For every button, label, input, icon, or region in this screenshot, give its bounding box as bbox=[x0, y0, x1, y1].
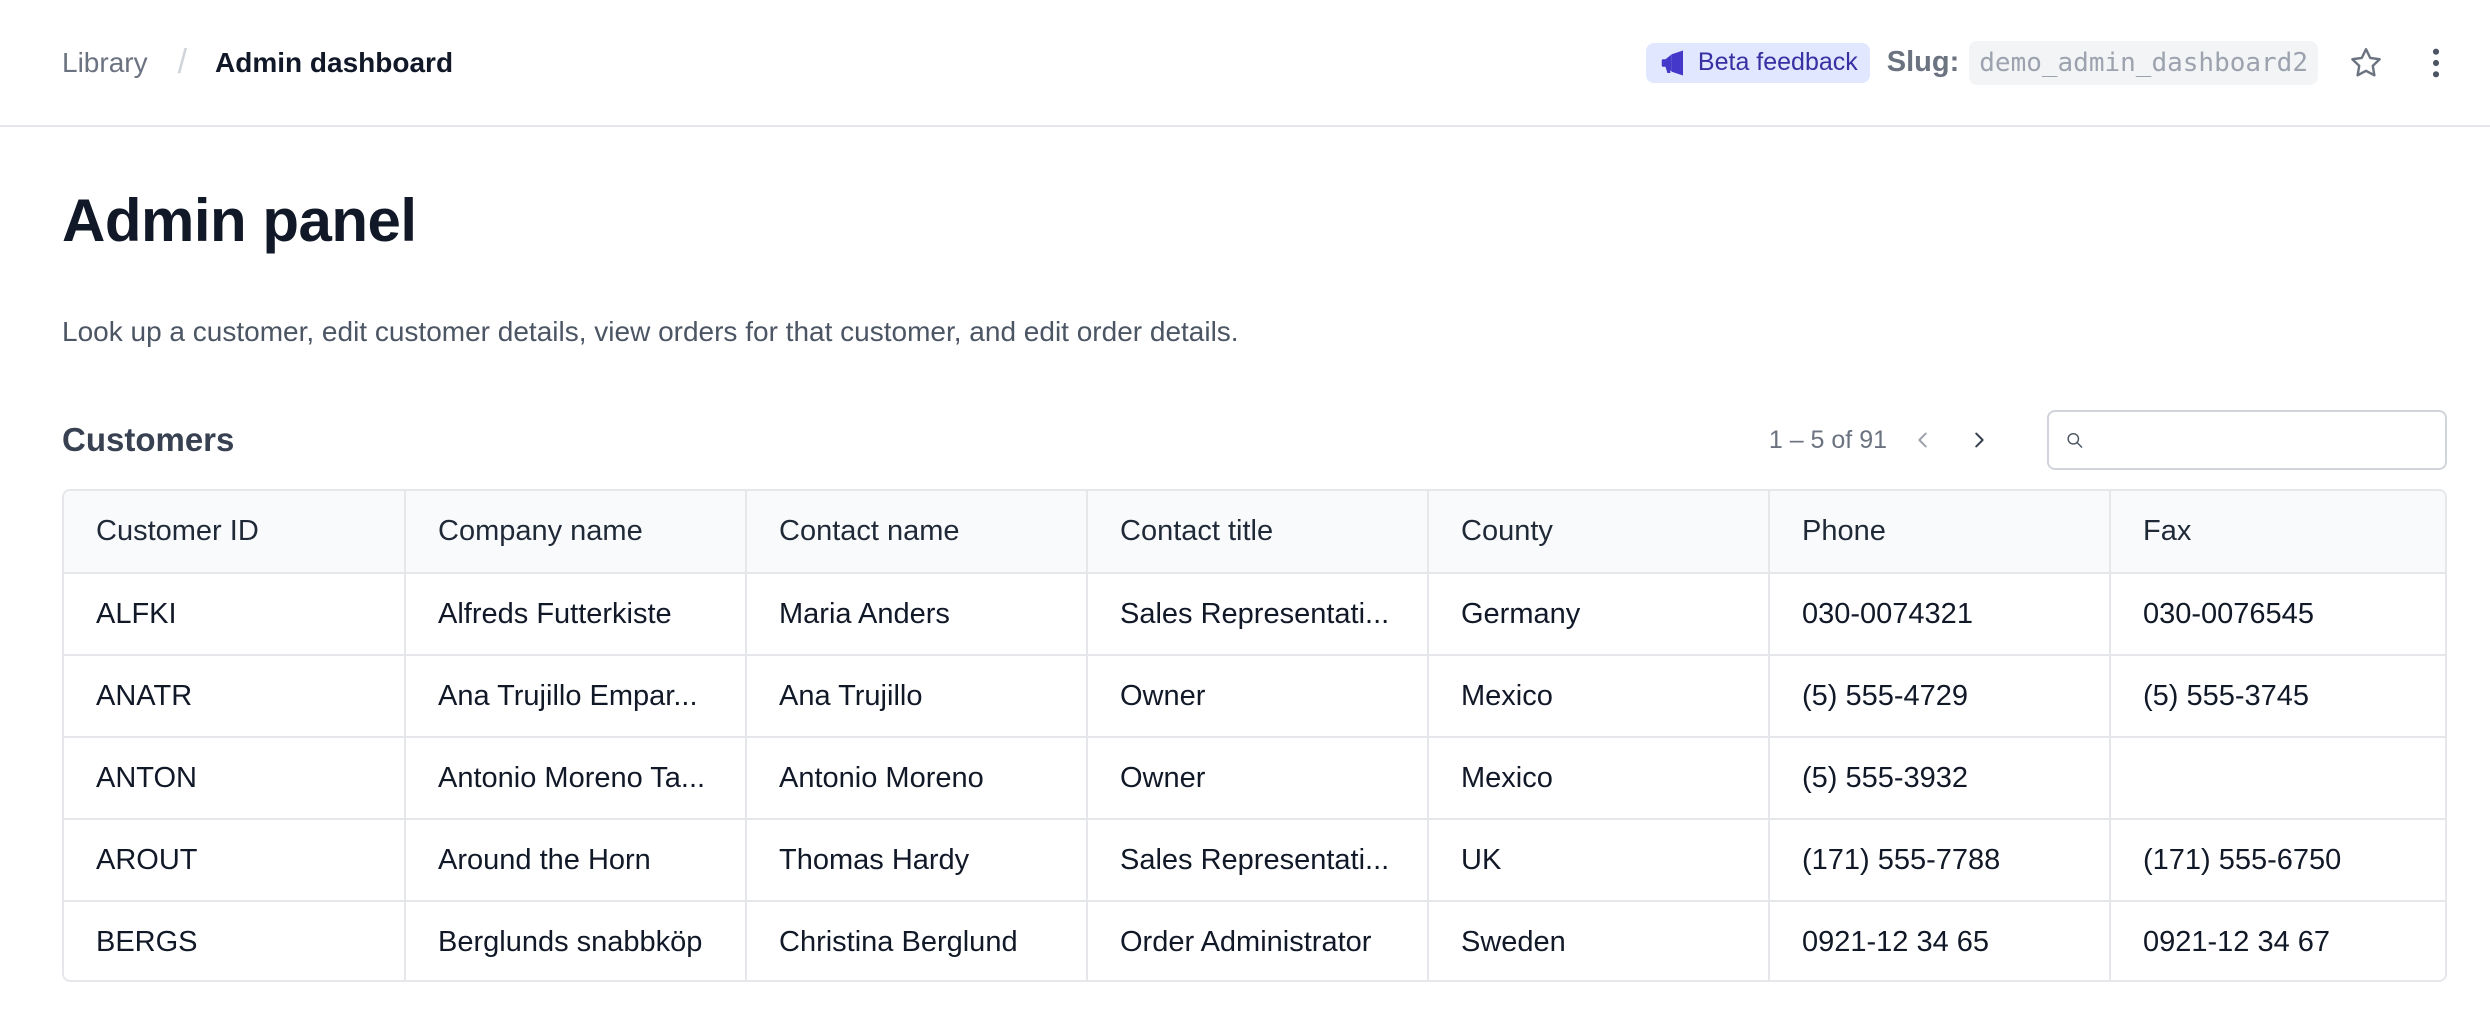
next-page-button[interactable] bbox=[1959, 420, 1999, 460]
cell-county: Germany bbox=[1428, 573, 1770, 656]
top-actions: Beta feedback Slug: demo_admin_dashboard… bbox=[1645, 40, 2456, 85]
table-row[interactable]: ANATR Ana Trujillo Empar... Ana Trujillo… bbox=[64, 655, 2445, 738]
breadcrumb: Library / Admin dashboard bbox=[62, 43, 453, 82]
table-row[interactable]: ANTON Antonio Moreno Ta... Antonio Moren… bbox=[64, 737, 2445, 820]
slug-label: Slug: bbox=[1886, 46, 1960, 78]
cell-customer-id: ALFKI bbox=[64, 573, 406, 656]
cell-contact-title: Owner bbox=[1087, 737, 1429, 820]
cell-customer-id: ANTON bbox=[64, 737, 406, 820]
cell-phone: (5) 555-3932 bbox=[1769, 737, 2111, 820]
cell-customer-id: AROUT bbox=[64, 819, 406, 902]
column-header-contact-name[interactable]: Contact name bbox=[746, 491, 1088, 574]
column-header-phone[interactable]: Phone bbox=[1769, 491, 2111, 574]
cell-fax: 0921-12 34 67 bbox=[2143, 926, 2331, 958]
table-row[interactable]: AROUT Around the Horn Thomas Hardy Sales… bbox=[64, 819, 2445, 902]
cell-company-name: Ana Trujillo Empar... bbox=[405, 655, 747, 738]
column-header-customer-id[interactable]: Customer ID bbox=[64, 491, 406, 574]
chevron-right-icon bbox=[1975, 432, 1984, 448]
customers-controls: 1 – 5 of 91 bbox=[1769, 410, 2447, 470]
cell-contact-title: Sales Representati... bbox=[1087, 573, 1429, 656]
table-header-row: Customer ID Company name Contact name Co… bbox=[64, 491, 2445, 574]
cell-fax bbox=[2110, 737, 2445, 820]
breadcrumb-current: Admin dashboard bbox=[215, 46, 454, 78]
beta-feedback-button[interactable]: Beta feedback bbox=[1645, 42, 1870, 83]
cell-contact-name: Antonio Moreno bbox=[746, 737, 1088, 820]
cell-contact-name: Thomas Hardy bbox=[746, 819, 1088, 902]
cell-phone: 030-0074321 bbox=[1769, 573, 2111, 656]
cell-phone: 0921-12 34 65 bbox=[1769, 901, 2111, 980]
cell-fax: (171) 555-6750 bbox=[2110, 819, 2445, 902]
customer-search-input[interactable] bbox=[2094, 424, 2429, 456]
cell-phone: (171) 555-7788 bbox=[1769, 819, 2111, 902]
cell-company-name: Berglunds snabbköp bbox=[405, 901, 747, 980]
customers-title: Customers bbox=[62, 421, 235, 458]
cell-contact-name: Ana Trujillo bbox=[746, 655, 1088, 738]
cell-fax: (5) 555-3745 bbox=[2110, 655, 2445, 738]
cell-company-name: Antonio Moreno Ta... bbox=[405, 737, 747, 820]
megaphone-icon bbox=[1661, 50, 1683, 75]
page-title: Admin panel bbox=[62, 187, 417, 254]
cell-county: Mexico bbox=[1428, 737, 1770, 820]
breadcrumb-separator: / bbox=[177, 43, 188, 81]
column-header-company-name[interactable]: Company name bbox=[405, 491, 747, 574]
table-row[interactable]: BERGS Berglunds snabbköp Christina Bergl… bbox=[64, 901, 2445, 980]
cell-contact-title: Sales Representati... bbox=[1087, 819, 1429, 902]
kebab-menu-icon bbox=[2432, 48, 2440, 77]
favorite-button[interactable] bbox=[2346, 43, 2386, 83]
previous-page-button[interactable] bbox=[1903, 420, 1943, 460]
cell-phone: (5) 555-4729 bbox=[1769, 655, 2111, 738]
breadcrumb-library-link[interactable]: Library bbox=[62, 47, 148, 79]
chevron-left-icon bbox=[1918, 432, 1927, 448]
slug-value: demo_admin_dashboard2 bbox=[1969, 40, 2318, 85]
cell-contact-title: Order Administrator bbox=[1087, 901, 1429, 980]
cell-county: Mexico bbox=[1428, 655, 1770, 738]
cell-customer-id: ANATR bbox=[64, 655, 406, 738]
cell-company-name: Around the Horn bbox=[405, 819, 747, 902]
pagination-range: 1 – 5 of 91 bbox=[1768, 425, 1887, 454]
customers-section-header: Customers 1 – 5 of 91 bbox=[62, 405, 2447, 475]
cell-contact-name: Christina Berglund bbox=[746, 901, 1088, 980]
customer-search-box[interactable] bbox=[2047, 410, 2447, 470]
page-description: Look up a customer, edit customer detail… bbox=[62, 316, 1239, 347]
cell-county: UK bbox=[1428, 819, 1770, 902]
top-bar: Library / Admin dashboard Beta feedback … bbox=[0, 0, 2490, 127]
beta-feedback-label: Beta feedback bbox=[1697, 48, 1858, 76]
column-header-county[interactable]: County bbox=[1428, 491, 1770, 574]
customers-table: Customer ID Company name Contact name Co… bbox=[62, 489, 2447, 982]
cell-contact-name: Maria Anders bbox=[746, 573, 1088, 656]
cell-fax: 030-0076545 bbox=[2110, 573, 2445, 656]
table-row[interactable]: ALFKI Alfreds Futterkiste Maria Anders S… bbox=[64, 573, 2445, 656]
more-options-button[interactable] bbox=[2416, 43, 2456, 83]
column-header-contact-title[interactable]: Contact title bbox=[1087, 491, 1429, 574]
cell-customer-id: BERGS bbox=[64, 901, 406, 980]
cell-contact-title: Owner bbox=[1087, 655, 1429, 738]
column-header-fax[interactable]: Fax bbox=[2110, 491, 2445, 574]
cell-company-name: Alfreds Futterkiste bbox=[405, 573, 747, 656]
search-icon bbox=[2067, 432, 2083, 448]
star-icon bbox=[2351, 47, 2381, 76]
cell-county: Sweden bbox=[1428, 901, 1770, 980]
